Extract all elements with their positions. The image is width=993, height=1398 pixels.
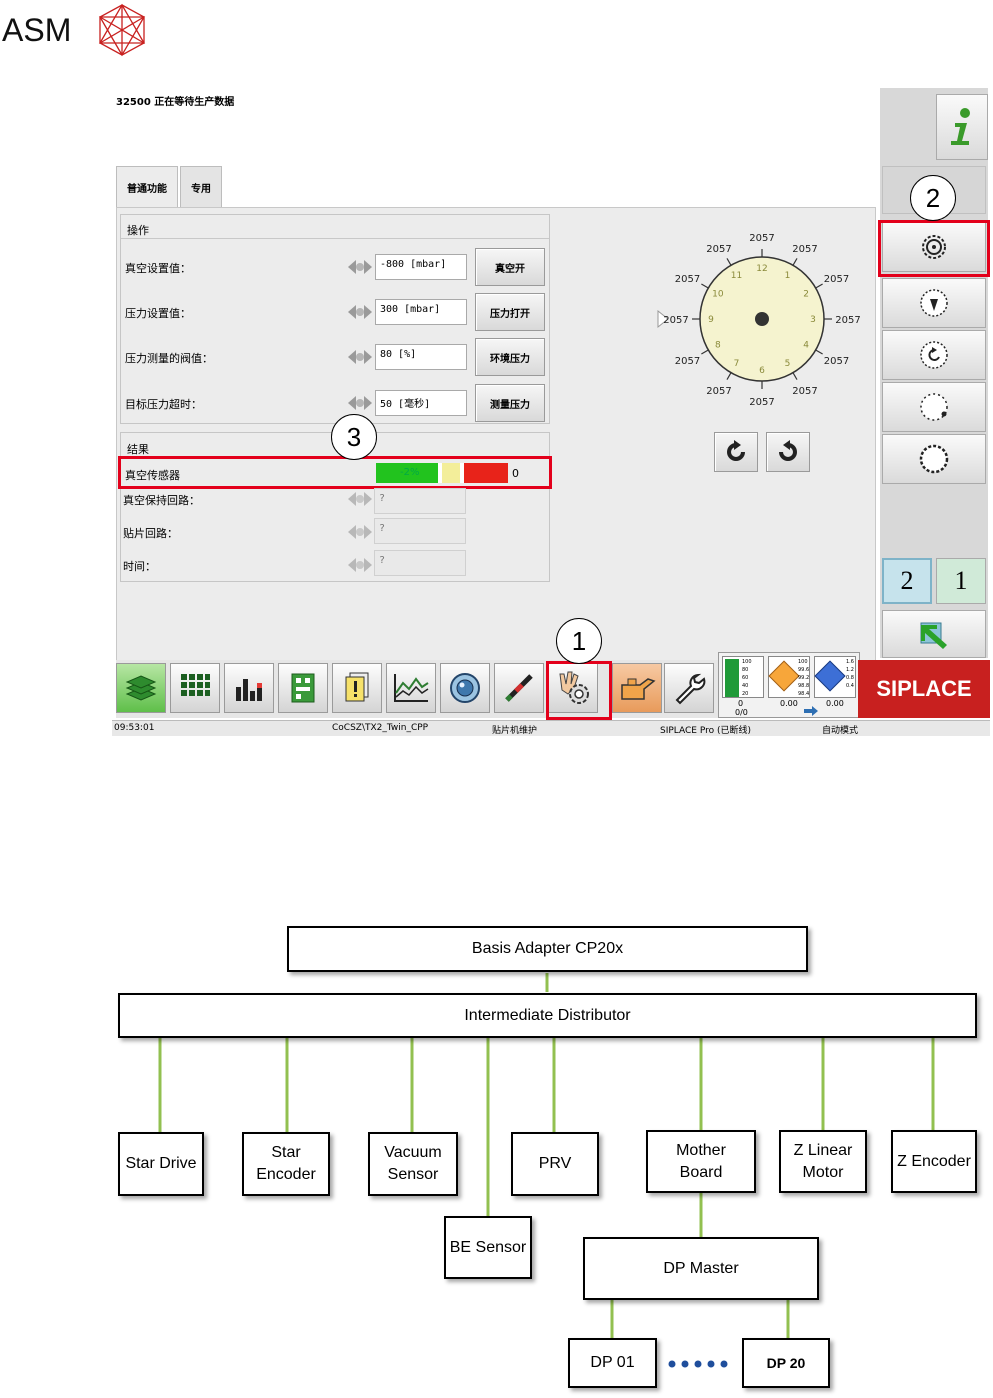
mother-board-box: Mother Board bbox=[646, 1130, 756, 1193]
basis-adapter-box: Basis Adapter CP20x bbox=[287, 926, 808, 972]
dp20-box: DP 20 bbox=[742, 1338, 830, 1388]
star-drive-box: Star Drive bbox=[118, 1132, 204, 1196]
vacuum-sensor-box: Vacuum Sensor bbox=[368, 1132, 458, 1196]
prv-box: PRV bbox=[511, 1132, 599, 1196]
dp-master-box: DP Master bbox=[583, 1237, 819, 1300]
z-linear-motor-box: Z Linear Motor bbox=[779, 1130, 867, 1193]
dp01-box: DP 01 bbox=[568, 1338, 657, 1388]
z-encoder-box: Z Encoder bbox=[891, 1130, 977, 1193]
intermediate-distributor-box: Intermediate Distributor bbox=[118, 993, 977, 1038]
be-sensor-box: BE Sensor bbox=[444, 1216, 532, 1279]
star-encoder-box: Star Encoder bbox=[242, 1132, 330, 1196]
